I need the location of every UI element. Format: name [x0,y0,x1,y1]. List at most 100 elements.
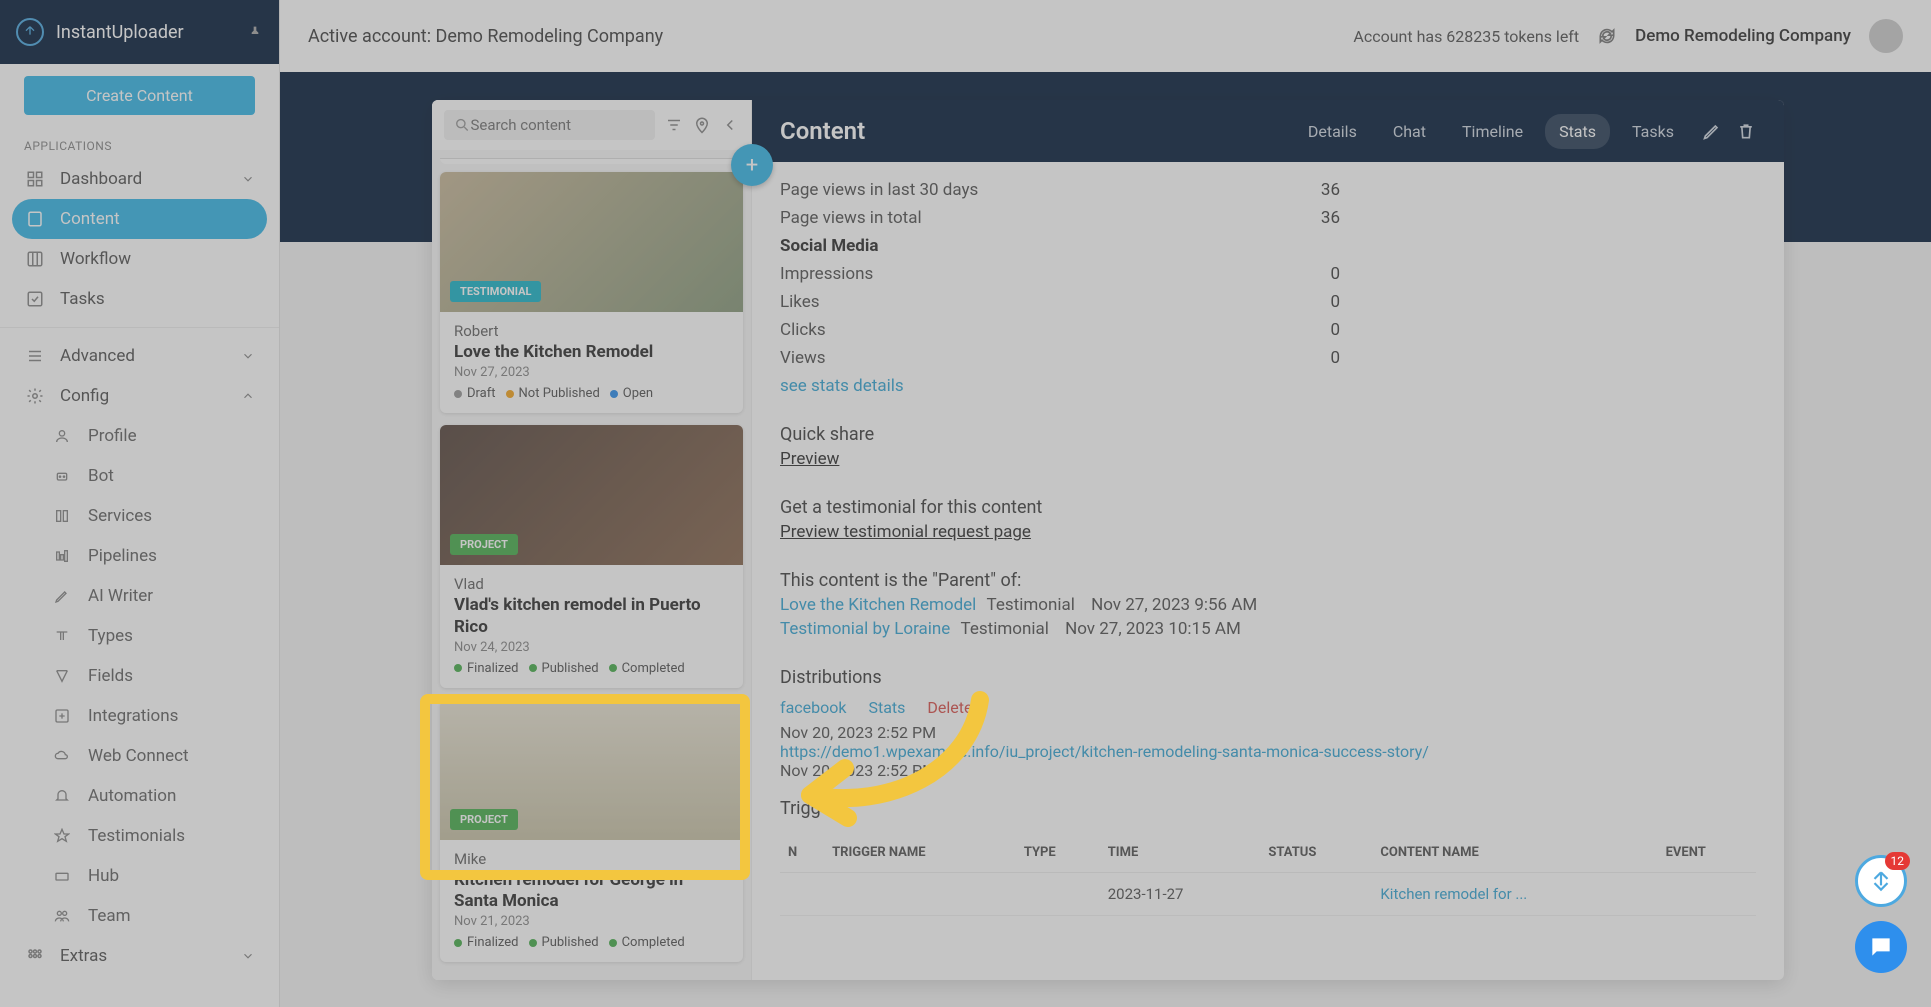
see-stats-link[interactable]: see stats details [780,376,904,396]
status-chip: Finalized [454,935,519,950]
nav-label: Testimonials [88,826,185,846]
chevron-down-icon [241,949,255,963]
nav-integrations[interactable]: Integrations [0,696,279,736]
content-card[interactable]: TESTIMONIAL Robert Love the Kitchen Remo… [440,172,743,413]
nav-extras[interactable]: Extras [0,936,279,976]
card-author: Mike [454,850,729,868]
pencil-icon [54,588,76,604]
content-panel: TESTIMONIAL Robert Love the Kitchen Remo… [432,100,1784,980]
brand-name: InstantUploader [56,22,247,43]
app-badge-fab[interactable]: 12 [1855,855,1907,907]
nav-label: Tasks [60,289,105,309]
detail-title: Content [780,117,1294,145]
status-dot [529,939,537,947]
cloud-icon [54,748,76,764]
nav-config[interactable]: Config [0,376,279,416]
tab-stats[interactable]: Stats [1545,114,1610,149]
search-input[interactable] [470,116,645,134]
content-card[interactable]: PROJECT Vlad Vlad's kitchen remodel in P… [440,425,743,688]
card-thumbnail: PROJECT [440,700,743,840]
chevron-down-icon [241,349,255,363]
dist-facebook[interactable]: facebook [780,698,846,717]
child-link[interactable]: Love the Kitchen Remodel [780,595,976,615]
nav-workflow[interactable]: Workflow [0,239,279,279]
trigger-content-link[interactable]: Kitchen remodel for ... [1380,885,1527,903]
dist-timestamp: Nov 20, 2023 2:52 PM [780,723,1756,742]
nav-testimonials[interactable]: Testimonials [0,816,279,856]
chat-fab[interactable] [1855,921,1907,973]
status-row: Finalized Published Completed [454,935,729,950]
nav-pipelines[interactable]: Pipelines [0,536,279,576]
preview-link[interactable]: Preview [780,449,839,469]
tag-project: PROJECT [450,534,518,555]
nav-profile[interactable]: Profile [0,416,279,456]
card-title: Vlad's kitchen remodel in Puerto Rico [454,595,729,638]
badge-count: 12 [1885,852,1911,870]
nav-team[interactable]: Team [0,896,279,936]
dist-url[interactable]: https://demo1.wpexample.info/iu_project/… [780,742,1429,761]
list-body[interactable]: TESTIMONIAL Robert Love the Kitchen Remo… [432,150,751,980]
create-content-button[interactable]: Create Content [24,76,255,115]
chevron-left-icon[interactable] [721,116,739,134]
th-n: N [780,833,824,873]
card-body: Mike Kitchen remodel for George in Santa… [440,840,743,963]
tab-tasks[interactable]: Tasks [1618,114,1688,149]
preview-testimonial-link[interactable]: Preview testimonial request page [780,522,1031,542]
nav-types[interactable]: Types [0,616,279,656]
tab-chat[interactable]: Chat [1379,114,1440,149]
nav-bot[interactable]: Bot [0,456,279,496]
dist-stats[interactable]: Stats [868,698,905,717]
nav-advanced[interactable]: Advanced [0,336,279,376]
bot-icon [54,468,76,484]
company-name[interactable]: Demo Remodeling Company [1635,26,1851,46]
detail-body[interactable]: Page views in last 30 days36 Page views … [752,162,1784,980]
nav-web-connect[interactable]: Web Connect [0,736,279,776]
tokens-left: Account has 628235 tokens left [1353,27,1579,46]
parent-of-heading: This content is the "Parent" of: [780,570,1756,591]
trigger-row[interactable]: 2023-11-27 Kitchen remodel for ... [780,873,1756,916]
pin-icon[interactable] [247,24,263,40]
stat-row: Impressions0 [780,264,1340,284]
nav-divider [0,327,279,328]
nav-label: Advanced [60,346,135,366]
nav-dashboard[interactable]: Dashboard [0,159,279,199]
stat-row: Views0 [780,348,1340,368]
th-status: STATUS [1260,833,1372,873]
tab-timeline[interactable]: Timeline [1448,114,1537,149]
nav-hub[interactable]: Hub [0,856,279,896]
nav-fields[interactable]: Fields [0,656,279,696]
check-icon [24,290,46,308]
triggers-heading: Triggers [780,798,1756,819]
refresh-icon[interactable] [1597,26,1617,46]
content-card-highlighted[interactable]: PROJECT Mike Kitchen remodel for George … [440,700,743,963]
stat-row: Page views in last 30 days36 [780,180,1340,200]
tab-details[interactable]: Details [1294,114,1371,149]
add-fab[interactable]: + [731,144,773,186]
filter-icon[interactable] [665,116,683,134]
nav-services[interactable]: Services [0,496,279,536]
status-dot [454,390,462,398]
th-event: EVENT [1658,833,1756,873]
user-avatar[interactable] [1869,19,1903,53]
child-row: Love the Kitchen Remodel Testimonial Nov… [780,595,1756,615]
nav-content[interactable]: Content [12,199,267,239]
location-icon[interactable] [693,116,711,134]
nav-label: Profile [88,426,137,446]
edit-icon[interactable] [1702,121,1722,141]
hub-icon [54,868,76,884]
grid-icon [24,170,46,188]
status-chip: Finalized [454,661,519,676]
dist-delete[interactable]: Delete [927,698,972,717]
nav-tasks[interactable]: Tasks [0,279,279,319]
nav-ai-writer[interactable]: AI Writer [0,576,279,616]
child-link[interactable]: Testimonial by Loraine [780,619,950,639]
th-trigger-name: TRIGGER NAME [824,833,1016,873]
delete-icon[interactable] [1736,121,1756,141]
nav-automation[interactable]: Automation [0,776,279,816]
card-thumbnail: TESTIMONIAL [440,172,743,312]
search-box[interactable] [444,110,655,140]
card-thumbnail: PROJECT [440,425,743,565]
triggers-table: N TRIGGER NAME TYPE TIME STATUS CONTENT … [780,833,1756,916]
card-peek [440,158,743,164]
card-body: Vlad Vlad's kitchen remodel in Puerto Ri… [440,565,743,688]
